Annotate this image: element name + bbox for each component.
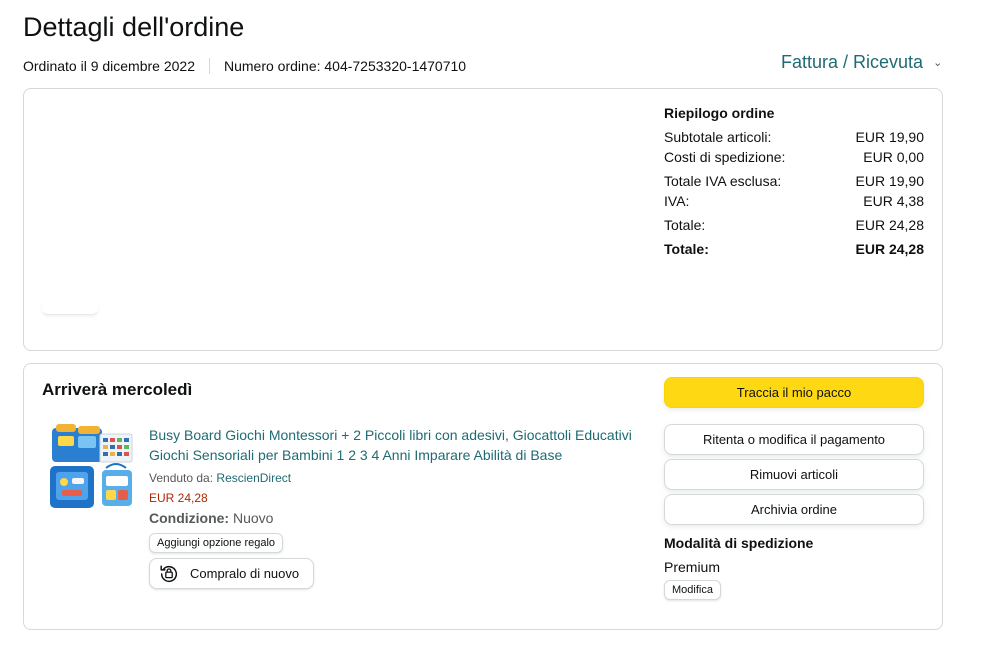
- summary-value: EUR 4,38: [863, 193, 924, 209]
- product-title-link[interactable]: Busy Board Giochi Montessori + 2 Piccoli…: [149, 425, 644, 465]
- summary-value: EUR 24,28: [855, 217, 924, 233]
- seller-link[interactable]: RescienDirect: [216, 471, 291, 485]
- summary-value: EUR 19,90: [855, 129, 924, 145]
- track-package-button[interactable]: Traccia il mio pacco: [664, 377, 924, 408]
- product-image[interactable]: [48, 422, 138, 514]
- order-date: Ordinato il 9 dicembre 2022: [23, 58, 195, 74]
- condition-value: Nuovo: [229, 510, 274, 526]
- summary-row-net-total: Totale IVA esclusa: EUR 19,90: [664, 171, 924, 191]
- summary-row-shipping: Costi di spedizione: EUR 0,00: [664, 147, 924, 167]
- delivery-status: Arriverà mercoledì: [42, 380, 193, 399]
- summary-label: Totale IVA esclusa:: [664, 173, 782, 189]
- summary-label: Totale:: [664, 241, 709, 257]
- add-gift-option-button[interactable]: Aggiungi opzione regalo: [149, 533, 284, 553]
- seller-line: Venduto da: RescienDirect: [149, 471, 644, 485]
- chevron-down-icon: ⌄: [933, 57, 943, 69]
- reorder-icon: [160, 564, 178, 582]
- order-meta: Ordinato il 9 dicembre 2022 Numero ordin…: [23, 58, 466, 74]
- summary-value: EUR 24,28: [855, 241, 924, 257]
- summary-heading: Riepilogo ordine: [664, 105, 775, 121]
- summary-label: Subtotale articoli:: [664, 129, 772, 145]
- summary-value: EUR 0,00: [863, 149, 924, 165]
- summary-row-subtotal: Subtotale articoli: EUR 19,90: [664, 127, 924, 147]
- archive-order-button[interactable]: Archivia ordine: [664, 494, 924, 525]
- retry-payment-button[interactable]: Ritenta o modifica il pagamento: [664, 424, 924, 455]
- summary-label: Totale:: [664, 217, 706, 233]
- buy-again-label: Compralo di nuovo: [190, 566, 300, 581]
- buy-again-button[interactable]: Compralo di nuovo: [149, 558, 315, 589]
- summary-row-grand-total: Totale: EUR 24,28: [664, 239, 924, 259]
- product-price: EUR 24,28: [149, 491, 208, 505]
- remove-items-button[interactable]: Rimuovi articoli: [664, 459, 924, 490]
- invoice-label: Fattura / Ricevuta: [781, 52, 924, 72]
- summary-value: EUR 19,90: [855, 173, 924, 189]
- summary-row-total: Totale: EUR 24,28: [664, 215, 924, 235]
- shipping-method-heading: Modalità di spedizione: [664, 535, 814, 551]
- summary-label: Costi di spedizione:: [664, 149, 786, 165]
- seller-prefix: Venduto da:: [149, 471, 217, 485]
- shipment-actions: Traccia il mio pacco Ritenta o modifica …: [664, 377, 924, 600]
- product-info: Busy Board Giochi Montessori + 2 Piccoli…: [149, 425, 644, 590]
- change-shipping-button[interactable]: Modifica: [664, 580, 721, 600]
- order-number: Numero ordine: 404-7253320-1470710: [224, 58, 467, 74]
- summary-label: IVA:: [664, 193, 690, 209]
- summary-row-vat: IVA: EUR 4,38: [664, 191, 924, 211]
- page-title: Dettagli dell'ordine: [23, 12, 245, 42]
- shipping-method-value: Premium: [664, 559, 721, 575]
- collapsed-tab: [42, 299, 98, 315]
- shipment-card: Arriverà mercoledì Busy Board Giochi Mon…: [23, 363, 943, 630]
- product-condition: Condizione: Nuovo: [149, 510, 644, 526]
- order-summary-card: Riepilogo ordine Subtotale articoli: EUR…: [23, 88, 943, 351]
- condition-label: Condizione:: [149, 510, 230, 526]
- meta-divider: [209, 58, 210, 74]
- order-summary: Riepilogo ordine Subtotale articoli: EUR…: [664, 105, 924, 259]
- invoice-dropdown[interactable]: Fattura / Ricevuta ⌄: [781, 52, 942, 73]
